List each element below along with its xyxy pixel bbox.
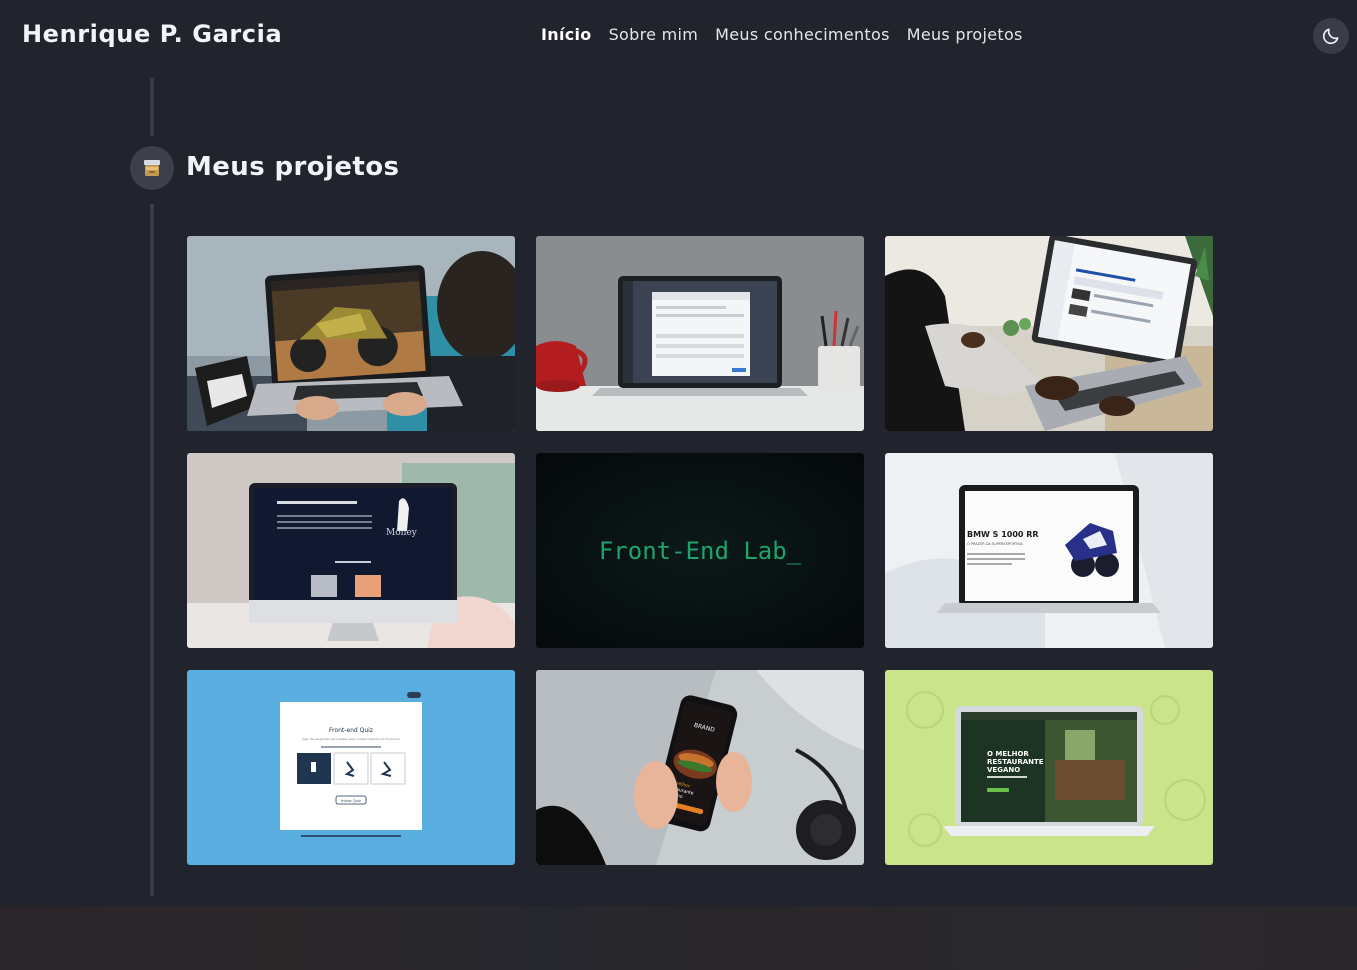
nav-link-sobre-mim[interactable]: Sobre mim (609, 25, 699, 44)
svg-text:O MELHOR: O MELHOR (987, 750, 1029, 758)
project-thumbnail: Money (187, 453, 515, 648)
main-nav: Início Sobre mim Meus conhecimentos Meus… (541, 25, 1023, 44)
project-thumbnail: BRAND O melhor restaurante Vegano (536, 670, 864, 865)
top-navbar: Henrique P. Garcia Início Sobre mim Meus… (0, 0, 1357, 72)
svg-text:Front-End Lab_: Front-End Lab_ (599, 537, 802, 565)
project-card-bmw-site[interactable]: BMW S 1000 RR O PRAZER DA SUPERESPORTIVA (885, 453, 1213, 648)
project-thumbnail: Front-end Quiz Jogo de perguntas para te… (187, 670, 515, 865)
project-thumbnail (536, 236, 864, 431)
nav-link-inicio[interactable]: Início (541, 25, 592, 44)
project-card-dashboard-app[interactable] (536, 236, 864, 431)
svg-text:Jogo de perguntas para testar: Jogo de perguntas para testar seus conhe… (301, 737, 399, 741)
project-thumbnail: BMW S 1000 RR O PRAZER DA SUPERESPORTIVA (885, 453, 1213, 648)
footer-decoration (0, 906, 1357, 970)
project-card-motorcycle-site[interactable] (187, 236, 515, 431)
project-card-money-site[interactable]: Money (187, 453, 515, 648)
project-card-front-end-lab[interactable]: Front-End Lab_ (536, 453, 864, 648)
project-card-front-end-quiz[interactable]: Front-end Quiz Jogo de perguntas para te… (187, 670, 515, 865)
svg-text:Iniciar Quiz: Iniciar Quiz (341, 799, 361, 803)
section-title: Meus projetos (186, 152, 400, 182)
project-thumbnail: O MELHOR RESTAURANTE VEGANO (885, 670, 1213, 865)
card-file-box-icon (130, 146, 174, 190)
project-card-vegan-restaurant[interactable]: O MELHOR RESTAURANTE VEGANO (885, 670, 1213, 865)
project-thumbnail (187, 236, 515, 431)
theme-toggle-button[interactable] (1313, 18, 1349, 54)
moon-icon (1322, 28, 1339, 45)
project-card-social-feed[interactable] (885, 236, 1213, 431)
svg-text:VEGANO: VEGANO (987, 766, 1020, 774)
nav-link-conhecimentos[interactable]: Meus conhecimentos (715, 25, 890, 44)
svg-text:O PRAZER DA SUPERESPORTIVA: O PRAZER DA SUPERESPORTIVA (967, 542, 1023, 546)
svg-text:RESTAURANTE: RESTAURANTE (987, 758, 1044, 766)
svg-text:Front-end Quiz: Front-end Quiz (329, 727, 373, 734)
timeline-line (150, 204, 154, 896)
projects-grid: Money Front-End Lab_ BMW S 1000 RR O PRA… (187, 236, 1213, 865)
project-card-restaurant-mobile[interactable]: BRAND O melhor restaurante Vegano (536, 670, 864, 865)
svg-text:Money: Money (386, 528, 418, 538)
project-thumbnail (885, 236, 1213, 431)
svg-text:BMW S 1000 RR: BMW S 1000 RR (967, 530, 1039, 539)
project-thumbnail: Front-End Lab_ (536, 453, 864, 648)
timeline-line (150, 78, 154, 136)
site-brand[interactable]: Henrique P. Garcia (22, 20, 282, 48)
nav-link-projetos[interactable]: Meus projetos (907, 25, 1023, 44)
